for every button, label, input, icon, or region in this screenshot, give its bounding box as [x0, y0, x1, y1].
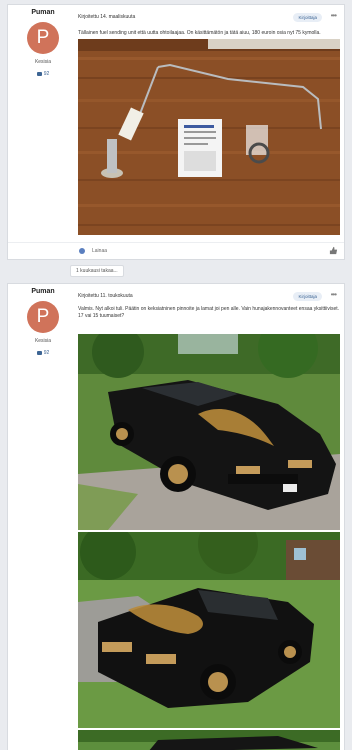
author-panel: Puman P Kesisia 92 [8, 284, 78, 356]
post-count: 92 [8, 350, 78, 356]
comment-icon [36, 71, 42, 76]
post-count-value: 92 [43, 71, 50, 77]
more-options-icon[interactable]: ••• [331, 11, 337, 20]
quote-link[interactable]: Lainaa [92, 248, 107, 254]
more-options-icon[interactable]: ••• [331, 290, 337, 299]
post-count: 92 [8, 71, 78, 77]
author-panel: Puman P Kesisia 92 [8, 5, 78, 77]
post-text: Valmis. Nyt alkoi tuli. Päätin on keksia… [78, 306, 340, 319]
post-2: Puman P Kesisia 92 Kirjoitettu 11. touko… [7, 283, 345, 750]
car-photo-1[interactable] [78, 334, 340, 530]
author-role: Kesisia [34, 338, 52, 344]
author-name[interactable]: Puman [8, 9, 78, 16]
avatar[interactable]: P [27, 301, 59, 333]
avatar[interactable]: P [27, 22, 59, 54]
plus-icon[interactable] [79, 248, 85, 254]
post-photo[interactable] [78, 39, 340, 235]
car-photo-2[interactable] [78, 532, 340, 728]
car-photo-3[interactable] [78, 730, 340, 750]
post-meta[interactable]: Kirjoitettu 11. toukokuuta [78, 293, 133, 299]
post-meta[interactable]: Kirjoitettu 14. maaliskuuta [78, 14, 135, 20]
author-role: Kesisia [34, 59, 52, 65]
author-badge: Kirjoittaja [293, 13, 322, 22]
like-icon[interactable] [329, 246, 338, 255]
author-name[interactable]: Puman [8, 288, 78, 295]
comment-icon [36, 350, 42, 355]
post-text: Tällainen fuel sending unit että uutta o… [78, 30, 321, 36]
post-count-value: 92 [43, 350, 50, 356]
post-footer: Lainaa [8, 242, 344, 259]
post-1: Puman P Kesisia 92 Kirjoitettu 14. maali… [7, 4, 345, 260]
time-separator: 1 kuukausi takaa... [70, 265, 124, 277]
author-badge: Kirjoittaja [293, 292, 322, 301]
